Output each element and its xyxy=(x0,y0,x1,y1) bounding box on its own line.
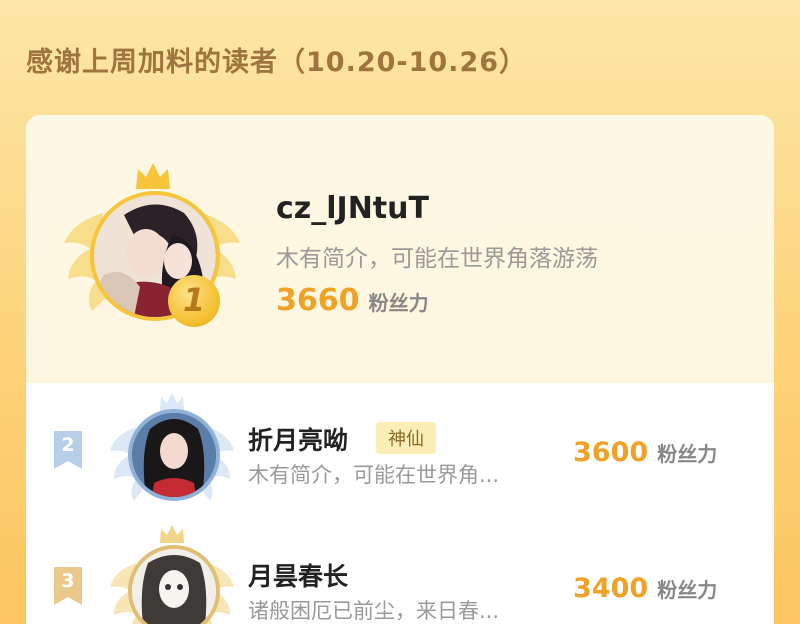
top-fan-fans-unit: 粉丝力 xyxy=(368,291,429,315)
rank-3-number-wrap: 3 xyxy=(54,567,82,605)
rank-2-number: 2 xyxy=(61,434,75,456)
list-item[interactable]: 3 月昙春长 诸般困厄已前尘，来日春... 3400 粉丝力 xyxy=(26,519,774,624)
bronze-crown-icon xyxy=(160,525,184,543)
rank-2-number-wrap: 2 xyxy=(54,431,82,469)
top-fan-section[interactable]: 1 cz_lJNtuT 木有简介，可能在世界角落游荡 3660 粉丝力 xyxy=(26,115,774,383)
rank-1-medal: 1 xyxy=(168,275,220,327)
rank-2-name: 折月亮呦 xyxy=(248,426,349,455)
anime-girl-avatar-icon xyxy=(132,413,216,497)
rank-2-fans-unit: 粉丝力 xyxy=(657,442,718,466)
page-title: 感谢上周加料的读者（10.20-10.26） xyxy=(26,47,528,78)
rank-3-name: 月昙春长 xyxy=(248,562,349,591)
rank-3-bio: 诸般困厄已前尘，来日春... xyxy=(248,599,500,623)
rank-3-fans-unit: 粉丝力 xyxy=(657,578,718,602)
list-item[interactable]: 2 折月亮呦 神仙 木有简介，可能在世界角... 3600 粉丝力 xyxy=(26,383,774,519)
rank-2-fans-value: 3600 xyxy=(573,437,649,468)
rank-3-fans-value: 3400 xyxy=(573,573,649,604)
crown-icon xyxy=(136,163,170,189)
rank-2-title-tag: 神仙 xyxy=(376,422,436,454)
fans-card: 1 cz_lJNtuT 木有简介，可能在世界角落游荡 3660 粉丝力 2 折月… xyxy=(26,115,774,624)
top-fan-fans: 3660 粉丝力 xyxy=(276,283,429,318)
sketch-girl-avatar-icon xyxy=(132,549,216,624)
rank-2-avatar[interactable] xyxy=(128,409,220,501)
rank-1-number: 1 xyxy=(182,281,206,319)
top-fan-name: cz_lJNtuT xyxy=(276,191,429,226)
rank-2-bio: 木有简介，可能在世界角... xyxy=(248,463,500,487)
rank-3-fans: 3400 粉丝力 xyxy=(573,573,717,604)
rank-3-number: 3 xyxy=(61,570,75,592)
rank-2-fans: 3600 粉丝力 xyxy=(573,437,717,468)
top-fan-bio: 木有简介，可能在世界角落游荡 xyxy=(276,246,598,272)
top-fan-fans-value: 3660 xyxy=(276,283,360,318)
